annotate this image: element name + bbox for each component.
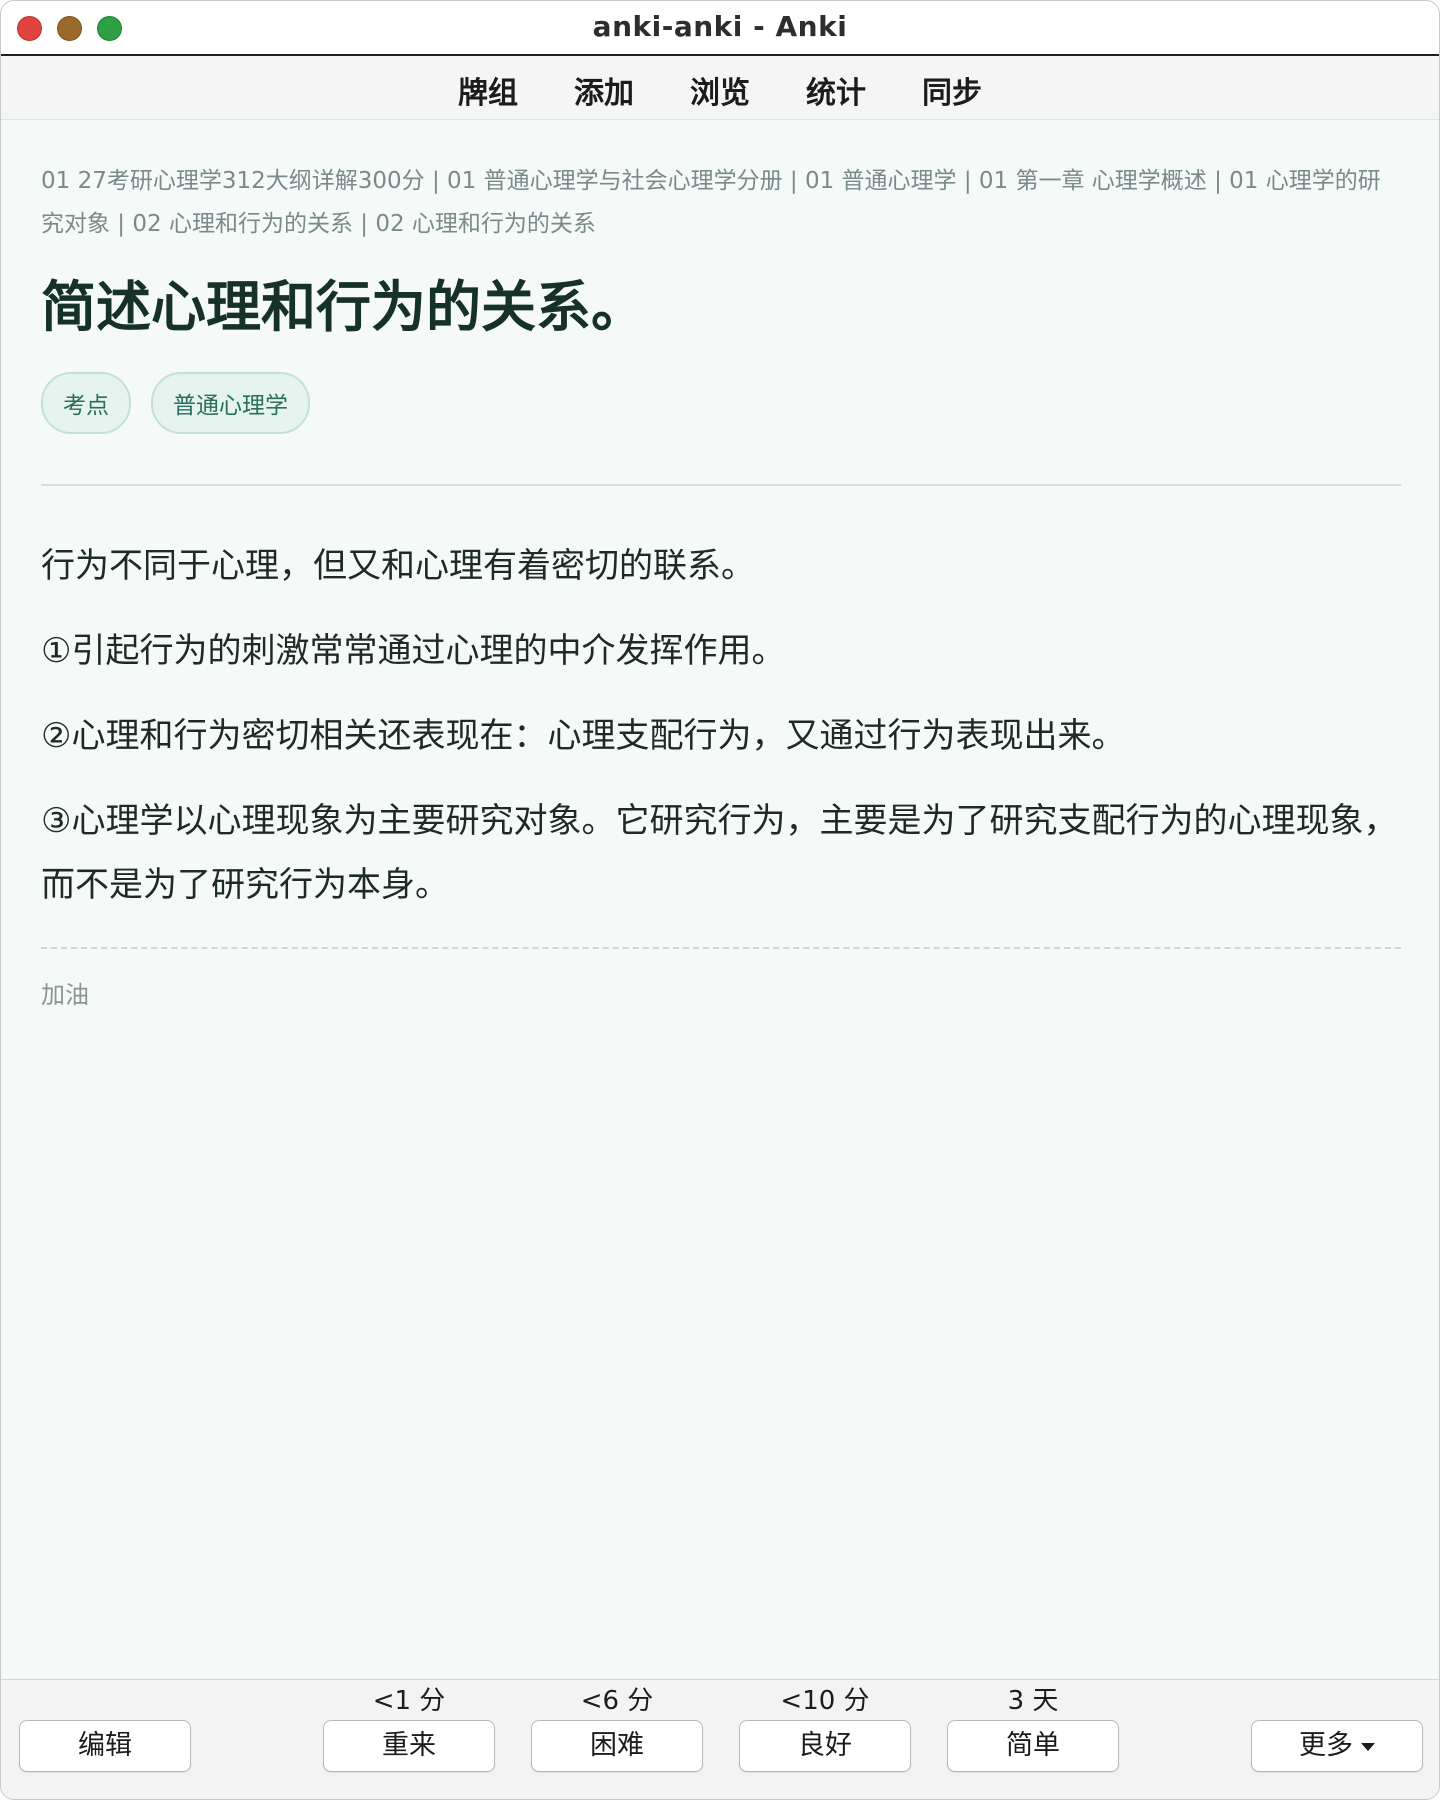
answer-paragraph: ①引起行为的刺激常常通过心理的中介发挥作用。 xyxy=(41,631,786,671)
question-answer-divider xyxy=(41,484,1401,486)
easy-interval: 3 天 xyxy=(1007,1686,1059,1716)
nav-decks[interactable]: 牌组 xyxy=(458,68,518,112)
nav-browse[interactable]: 浏览 xyxy=(690,68,750,112)
good-button[interactable]: 良好 xyxy=(739,1720,911,1772)
deck-path: 01 27考研心理学312大纲详解300分 | 01 普通心理学与社会心理学分册… xyxy=(41,168,1381,237)
nav-sync[interactable]: 同步 xyxy=(922,68,982,112)
hard-interval: <6 分 xyxy=(580,1686,654,1716)
again-interval: <1 分 xyxy=(372,1686,446,1716)
tag-kaodian[interactable]: 考点 xyxy=(41,372,131,434)
anki-window: anki-anki - Anki 牌组 添加 浏览 统计 同步 01 27考研心… xyxy=(0,0,1440,1800)
more-button[interactable]: 更多 xyxy=(1251,1720,1423,1772)
title-bar: anki-anki - Anki xyxy=(1,1,1439,56)
answer-paragraph: ②心理和行为密切相关还表现在：心理支配行为，又通过行为表现出来。 xyxy=(41,716,1126,756)
window-title: anki-anki - Anki xyxy=(592,10,848,43)
edit-button[interactable]: 编辑 xyxy=(19,1720,191,1772)
tag-general-psychology[interactable]: 普通心理学 xyxy=(151,372,310,434)
answer-paragraph: 行为不同于心理，但又和心理有着密切的联系。 xyxy=(41,546,755,586)
tag-list: 考点 普通心理学 xyxy=(41,372,1401,434)
card-content: 01 27考研心理学312大纲详解300分 | 01 普通心理学与社会心理学分册… xyxy=(41,120,1401,1010)
nav-add[interactable]: 添加 xyxy=(574,68,634,112)
again-button[interactable]: 重来 xyxy=(323,1720,495,1772)
hard-button[interactable]: 困难 xyxy=(531,1720,703,1772)
top-nav: 牌组 添加 浏览 统计 同步 xyxy=(1,56,1439,120)
review-bottom-bar: 编辑 <1 分 重来 <6 分 困难 <10 分 良好 3 天 简单 更多 xyxy=(1,1679,1439,1799)
easy-button[interactable]: 简单 xyxy=(947,1720,1119,1772)
answer-text: 行为不同于心理，但又和心理有着密切的联系。 ①引起行为的刺激常常通过心理的中介发… xyxy=(41,534,1401,917)
more-button-label: 更多 xyxy=(1299,1730,1353,1761)
question-text: 简述心理和行为的关系。 xyxy=(41,275,647,339)
nav-stats[interactable]: 统计 xyxy=(806,68,866,112)
extra-note: 加油 xyxy=(41,981,89,1009)
answer-paragraph: ③心理学以心理现象为主要研究对象。它研究行为，主要是为了研究支配行为的心理现象，… xyxy=(41,801,1398,905)
extra-divider xyxy=(41,947,1401,949)
chevron-down-icon xyxy=(1361,1742,1375,1751)
good-interval: <10 分 xyxy=(780,1686,870,1716)
